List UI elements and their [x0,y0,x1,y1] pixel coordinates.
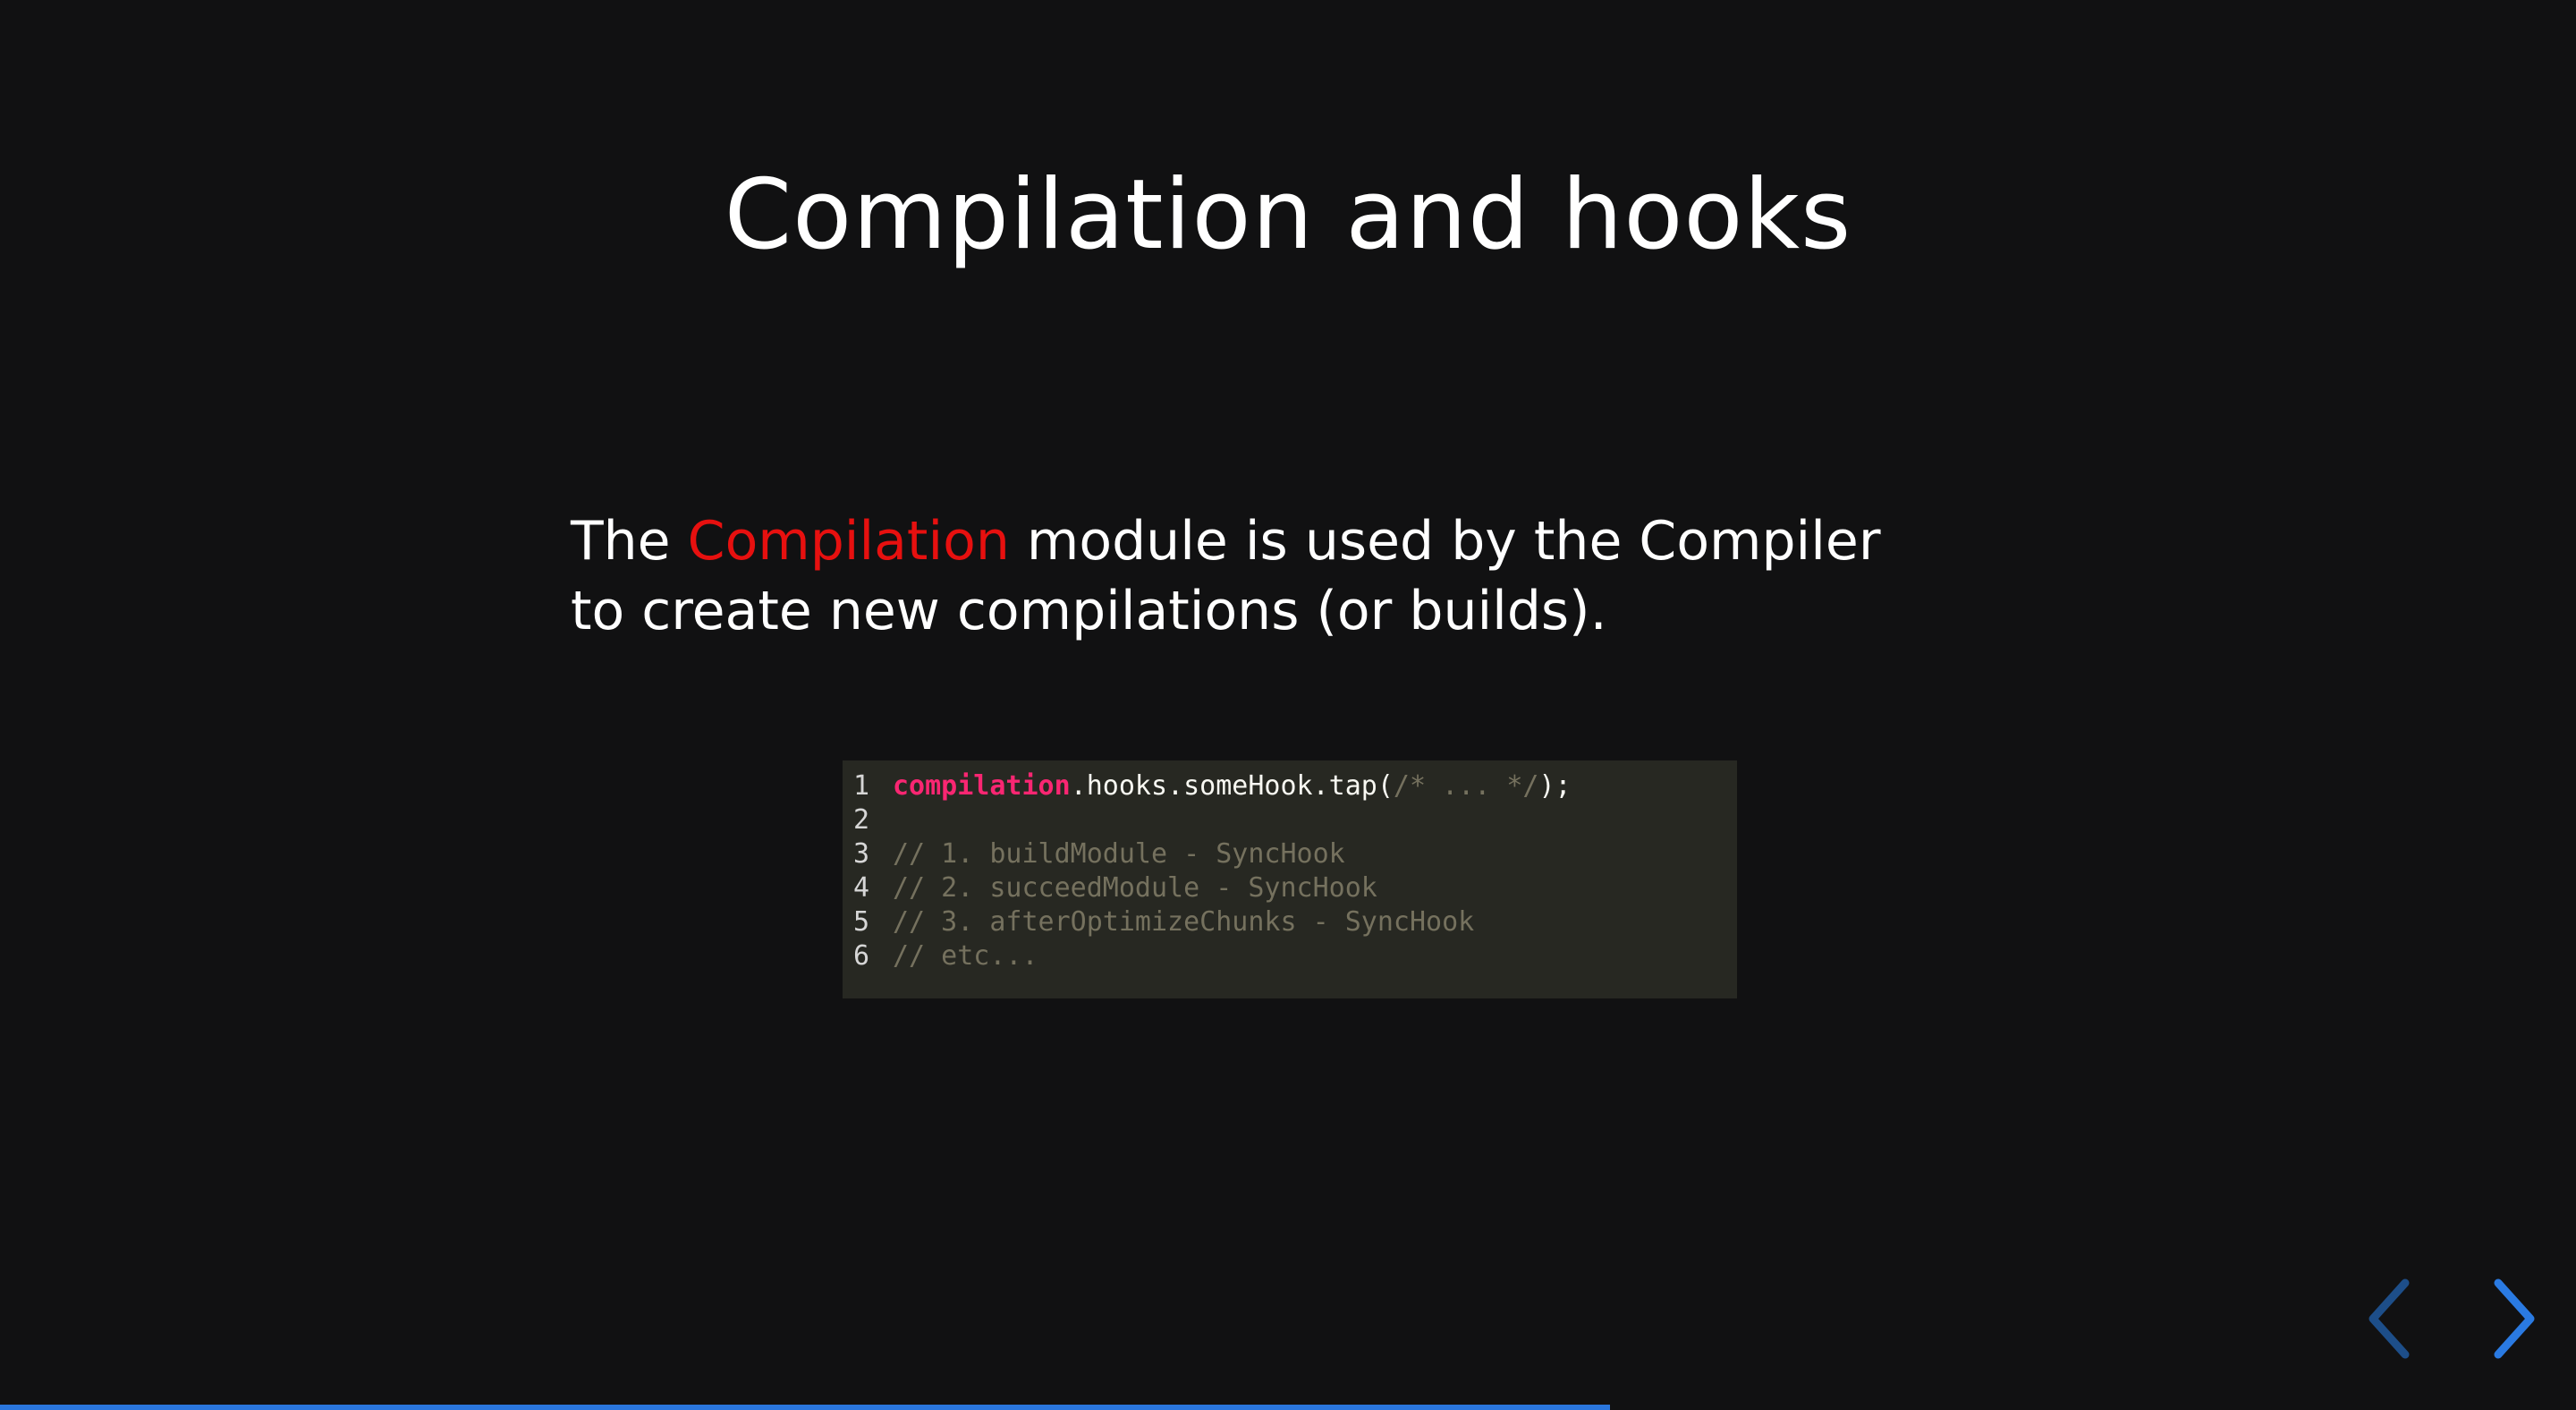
chevron-left-icon [2368,1278,2410,1359]
code-token: compilation [893,770,1071,802]
chevron-right-icon [2494,1278,2535,1359]
prev-slide-button[interactable] [2360,1274,2422,1363]
code-line: 6 // etc... [853,939,1737,973]
intro-text-before: The [571,510,688,573]
code-line: 3 // 1. buildModule - SyncHook [853,837,1737,871]
line-number: 3 [853,838,870,870]
code-line: 1 compilation .hooks.someHook.tap(/* ... *… [853,769,1737,803]
line-number: 5 [853,906,870,938]
code-token: .hooks.someHook.tap( [1070,770,1394,802]
slide-title: Compilation and hooks [724,159,1852,271]
line-number: 6 [853,940,870,972]
progress-bar-fill [0,1405,1610,1410]
code-line: 5 // 3. afterOptimizeChunks - SyncHook [853,905,1737,939]
code-line: 2 [853,803,1737,837]
code-token: // 3. afterOptimizeChunks - SyncHook [893,906,1475,938]
code-token: // etc... [893,940,1038,972]
code-token: // 1. buildModule - SyncHook [893,838,1345,870]
slide: Compilation and hooks The Compilation mo… [0,0,2576,1410]
line-number: 2 [853,804,870,836]
code-line: 4 // 2. succeedModule - SyncHook [853,871,1737,905]
line-number: 1 [853,770,870,802]
intro-paragraph: The Compilation module is used by the Co… [571,506,1912,646]
progress-bar [0,1405,2576,1410]
code-block: 1 compilation .hooks.someHook.tap(/* ... *… [843,760,1737,998]
code-token: /* ... */ [1393,770,1539,802]
code-token: // 2. succeedModule - SyncHook [893,872,1377,904]
code-token: ); [1538,770,1572,802]
next-slide-button[interactable] [2481,1274,2544,1363]
intro-highlight: Compilation [687,510,1010,573]
line-number: 4 [853,872,870,904]
